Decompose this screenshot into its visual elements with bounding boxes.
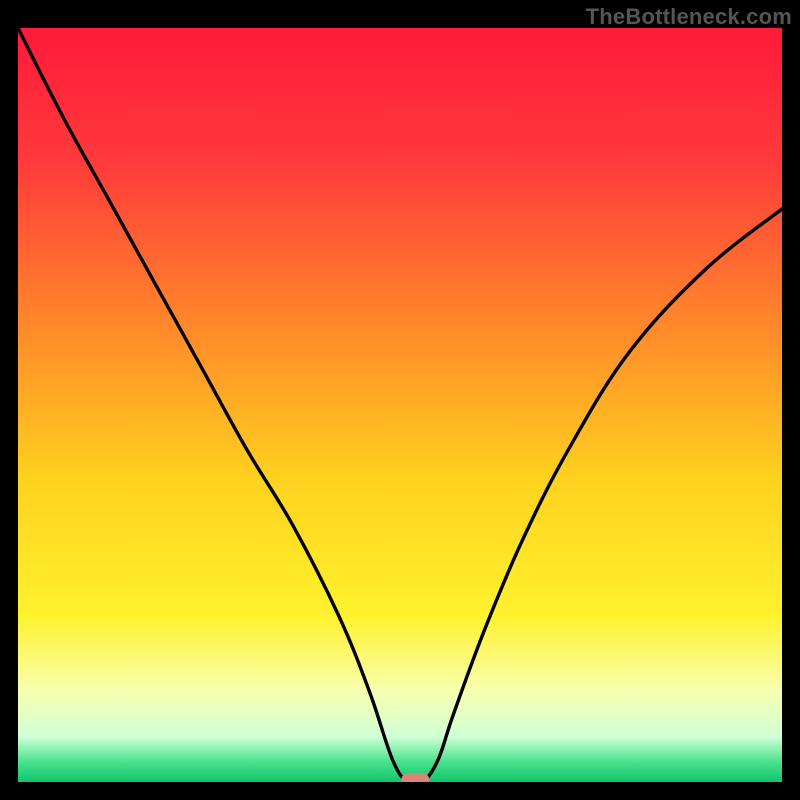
watermark-label: TheBottleneck.com <box>586 4 792 30</box>
bottleneck-chart <box>18 28 782 782</box>
gradient-backdrop <box>18 28 782 782</box>
plot-area <box>18 28 782 782</box>
optimal-marker <box>401 773 429 782</box>
chart-frame: TheBottleneck.com <box>0 0 800 800</box>
